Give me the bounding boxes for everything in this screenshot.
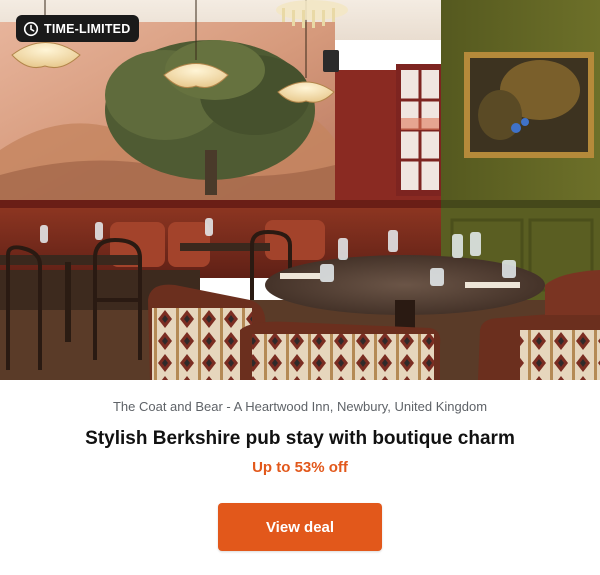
badge-label: TIME-LIMITED bbox=[44, 21, 131, 36]
view-deal-button[interactable]: View deal bbox=[218, 503, 382, 551]
discount-label: Up to 53% off bbox=[252, 459, 348, 476]
deal-location: The Coat and Bear - A Heartwood Inn, New… bbox=[112, 399, 488, 414]
deal-title[interactable]: Stylish Berkshire pub stay with boutique… bbox=[0, 428, 600, 450]
time-limited-badge: TIME-LIMITED bbox=[16, 15, 140, 42]
deal-card[interactable]: TIME-LIMITED The Coat and Bear - A Heart… bbox=[0, 0, 600, 575]
deal-image[interactable]: TIME-LIMITED bbox=[0, 0, 600, 380]
clock-icon bbox=[23, 21, 39, 36]
